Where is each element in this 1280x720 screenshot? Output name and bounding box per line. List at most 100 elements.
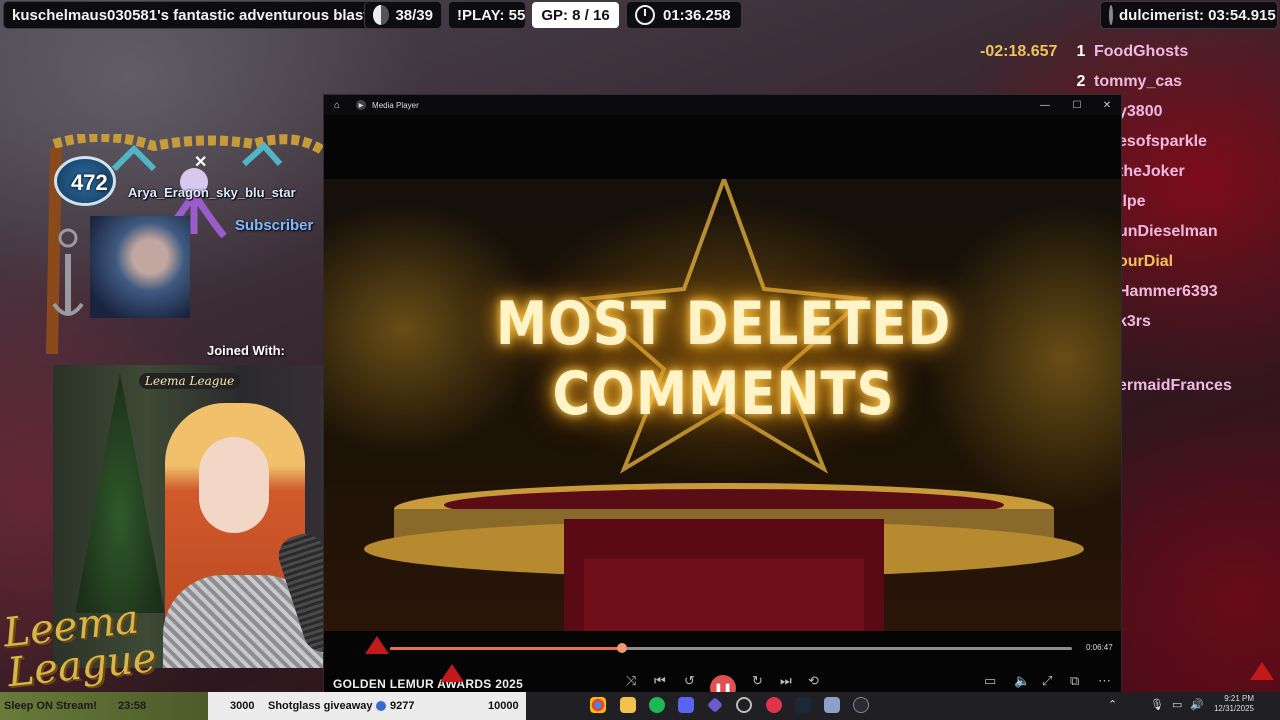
- maximize-button[interactable]: ☐: [1062, 95, 1092, 115]
- leaderboard-name: llpe: [1118, 193, 1146, 210]
- giveaway-ticker: 3000 Shotglass giveaway 9277 10000: [208, 692, 526, 720]
- media-player-window[interactable]: ⌂ ▶ Media Player — ☐ ✕ MOST DELETED COMM…: [323, 94, 1122, 696]
- progress-pill: 38/39: [364, 1, 442, 29]
- leaderboard-row: ourDial: [1114, 250, 1173, 274]
- fullscreen-icon[interactable]: ⤢: [1042, 673, 1052, 689]
- record-value: dulcimerist: 03:54.915: [1119, 6, 1276, 24]
- leaderboard-row: unDieselman: [1114, 220, 1218, 244]
- giveaway-gem-icon: [376, 701, 386, 711]
- stream-scene: kuschelmaus030581's fantastic adventurou…: [0, 0, 1280, 720]
- home-icon[interactable]: ⌂: [334, 100, 340, 111]
- seek-progress: [390, 647, 622, 650]
- leaderboard-name: esofsparkle: [1118, 133, 1207, 150]
- leaderboard-name: y3800: [1118, 103, 1163, 120]
- gp-value: GP: 8 / 16: [541, 6, 610, 24]
- play-counter: !PLAY: 55: [448, 1, 526, 29]
- tray-date: 12/31/2025: [1213, 704, 1254, 713]
- steam-icon[interactable]: [795, 697, 811, 713]
- leaderboard-name: unDieselman: [1118, 223, 1218, 240]
- leaderboard-name: Hammer6393: [1118, 283, 1218, 300]
- alert-joined: Joined With:: [207, 343, 285, 358]
- repeat-icon[interactable]: ⟲: [808, 673, 819, 689]
- record-app-icon[interactable]: [766, 697, 782, 713]
- leaderboard-name: FoodGhosts: [1094, 43, 1189, 60]
- chrome-icon[interactable]: [590, 697, 606, 713]
- giveaway-label: Shotglass giveaway: [268, 700, 373, 712]
- media-player-taskbar-icon[interactable]: [853, 697, 869, 713]
- miniplayer-icon[interactable]: ⧉: [1070, 673, 1079, 689]
- taskbar: Sleep ON Stream! 23:58 3000 Shotglass gi…: [0, 692, 1280, 720]
- leaderboard-delta: -02:18.657: [980, 43, 1058, 60]
- streamer-face: [199, 437, 269, 533]
- globe-icon: [1109, 5, 1113, 25]
- more-options-icon[interactable]: ⋯: [1098, 673, 1111, 689]
- previous-icon[interactable]: ⏮: [654, 673, 666, 689]
- half-moon-icon: [373, 5, 390, 25]
- minimize-button[interactable]: —: [1030, 95, 1060, 115]
- player-titlebar[interactable]: ⌂ ▶ Media Player: [324, 95, 1121, 115]
- discord-icon[interactable]: [678, 697, 694, 713]
- giveaway-count: 9277: [390, 700, 415, 712]
- christmas-tree: [75, 373, 165, 613]
- santa-hat-icon: [1250, 662, 1274, 680]
- rewind-icon[interactable]: ↺: [684, 673, 695, 689]
- clock-icon: [635, 5, 655, 25]
- sleep-ticker: Sleep ON Stream! 23:58: [0, 692, 208, 720]
- tray-time: 9:21 PM: [1224, 694, 1254, 703]
- alert-username: Arya_Eragon_sky_blu_star: [128, 185, 296, 200]
- tray-chevron-icon[interactable]: ⌃: [1108, 698, 1117, 711]
- alert-count: 472: [71, 170, 108, 195]
- microphone-tray-icon[interactable]: 🎙: [1150, 698, 1164, 711]
- progress-count: 38/39: [395, 6, 433, 24]
- clock-app-icon[interactable]: [736, 697, 752, 713]
- timer-pill: 01:36.258: [626, 1, 742, 29]
- video-headline: MOST DELETED COMMENTS: [495, 289, 952, 429]
- subscriber-alert: 472 ✕ Arya_Eragon_sky_blu_star Subscribe…: [44, 131, 325, 362]
- file-explorer-icon[interactable]: [620, 697, 636, 713]
- forward-icon[interactable]: ↻: [752, 673, 763, 689]
- leaderboard-name: ermaidFrances: [1118, 377, 1232, 394]
- leaderboard-name: ourDial: [1118, 253, 1174, 270]
- goal-target: 10000: [488, 700, 519, 712]
- gp-counter: GP: 8 / 16: [531, 1, 620, 29]
- volume-icon[interactable]: 🔈: [1014, 673, 1030, 689]
- leaderboard-rank: 1: [1076, 43, 1086, 60]
- sleep-value: 23:58: [118, 700, 147, 712]
- subtitles-icon[interactable]: ▭: [984, 673, 996, 689]
- leaderboard-name: theJoker: [1118, 163, 1185, 180]
- video-title: GOLDEN LEMUR AWARDS 2025: [333, 677, 524, 691]
- leaderboard-name: tommy_cas: [1094, 73, 1183, 90]
- shuffle-icon[interactable]: ⤨: [626, 673, 636, 689]
- subscriber-avatar: [90, 216, 190, 318]
- video-frame[interactable]: MOST DELETED COMMENTS: [324, 179, 1121, 631]
- play-count: !PLAY: 55: [457, 6, 526, 24]
- leaderboard-row: 2 tommy_cas: [1072, 70, 1183, 94]
- leaderboard-row: theJoker: [1114, 160, 1185, 184]
- player-app-icon: ▶: [356, 100, 367, 110]
- tray-clock[interactable]: 9:21 PM 12/31/2025: [1208, 694, 1254, 714]
- player-app-name: Media Player: [372, 100, 419, 110]
- close-window-button[interactable]: ✕: [1092, 95, 1121, 115]
- duration-label: 0:06:47: [1086, 643, 1113, 652]
- leaderboard-name: k3rs: [1118, 313, 1151, 330]
- leaderboard-row: ermaidFrances: [1114, 374, 1232, 398]
- spotify-icon[interactable]: [649, 697, 665, 713]
- alert-label: Subscriber: [235, 217, 314, 234]
- seek-bar[interactable]: [390, 643, 1072, 653]
- leaderboard-rank: 2: [1076, 73, 1086, 90]
- timer-value: 01:36.258: [663, 6, 731, 24]
- goal-value: 3000: [230, 700, 255, 712]
- cam-sign: Leema League: [139, 373, 241, 389]
- leaderboard-row: Hammer6393: [1114, 280, 1218, 304]
- next-icon[interactable]: ⏭: [780, 673, 792, 689]
- close-icon[interactable]: ✕: [194, 152, 207, 172]
- leaderboard-row: 1 FoodGhosts: [1072, 40, 1189, 64]
- app-window-icon[interactable]: [824, 697, 840, 713]
- level-title: kuschelmaus030581's fantastic adventurou…: [12, 6, 369, 24]
- record-pill: dulcimerist: 03:54.915: [1100, 1, 1278, 29]
- network-icon[interactable]: ▭: [1172, 698, 1182, 711]
- speaker-icon[interactable]: 🔊: [1190, 698, 1204, 711]
- leaderboard-row: esofsparkle: [1114, 130, 1207, 154]
- seek-thumb[interactable]: [616, 643, 627, 653]
- sleep-label: Sleep ON Stream!: [4, 700, 97, 712]
